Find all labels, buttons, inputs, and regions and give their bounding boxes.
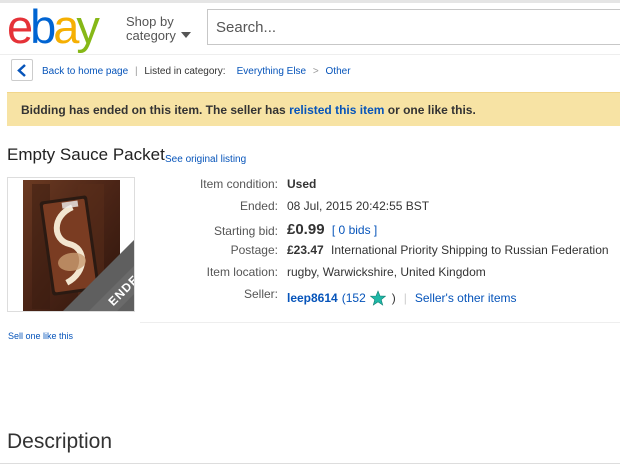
category-link-everything-else[interactable]: Everything Else [237, 66, 306, 77]
description-heading: Description [7, 430, 113, 453]
category-link-other[interactable]: Other [326, 66, 351, 77]
location-value: rugby, Warwickshire, United Kingdom [287, 265, 486, 279]
description-divider [0, 463, 620, 464]
notice-text-after: or one like this. [384, 103, 476, 117]
shop-by-line2: category [126, 28, 176, 43]
breadcrumb-divider: | [134, 66, 138, 77]
sell-one-like-this-link[interactable]: Sell one like this [8, 331, 73, 341]
postage-description: International Priority Shipping to Russi… [331, 243, 609, 257]
logo-letter-e: e [7, 0, 33, 53]
ended-value: 08 Jul, 2015 20:42:55 BST [287, 199, 430, 213]
breadcrumb: Back to home page | Listed in category: … [42, 66, 351, 77]
bids-link[interactable]: [ 0 bids ] [332, 223, 377, 237]
postage-price: £23.47 [287, 243, 324, 257]
item-title: Empty Sauce Packet [7, 145, 165, 164]
postage-label: Postage: [230, 243, 278, 257]
breadcrumb-arrow: > [312, 66, 319, 77]
back-button[interactable] [11, 59, 33, 81]
item-image[interactable]: ENDED [7, 177, 135, 312]
chevron-down-icon [181, 32, 191, 38]
header-divider [0, 54, 620, 55]
back-to-home-link[interactable]: Back to home page [42, 66, 128, 77]
starting-bid-value: £0.99 [287, 221, 325, 238]
shop-by-category-button[interactable]: Shop by category [126, 14, 191, 43]
starting-bid-label: Starting bid: [213, 224, 278, 238]
ebay-logo[interactable]: ebay [7, 0, 100, 53]
logo-letter-y: y [76, 0, 99, 53]
details-divider [140, 322, 620, 323]
listed-in-label: Listed in category: [144, 66, 226, 77]
star-icon [369, 290, 386, 306]
ended-label: Ended: [239, 199, 278, 213]
seller-score-close: ) [391, 291, 396, 305]
see-original-listing-link[interactable]: See original listing [165, 154, 246, 165]
shop-by-line1: Shop by [126, 14, 174, 29]
location-label: Item location: [206, 265, 278, 279]
condition-value: Used [287, 177, 317, 191]
bidding-ended-notice: Bidding has ended on this item. The sell… [7, 92, 620, 126]
seller-divider: | [403, 291, 407, 305]
seller-feedback-score[interactable]: (152 [342, 291, 366, 305]
seller-label: Seller: [243, 287, 278, 301]
chevron-left-icon [17, 64, 26, 77]
seller-name-link[interactable]: leep8614 [287, 291, 338, 305]
condition-label: Item condition: [199, 177, 278, 191]
search-input[interactable]: Search... [207, 9, 620, 45]
sellers-other-items-link[interactable]: Seller's other items [415, 291, 517, 305]
relisted-item-link[interactable]: relisted this item [289, 103, 384, 117]
logo-letter-b: b [30, 0, 56, 53]
search-placeholder: Search... [216, 19, 277, 36]
logo-letter-a: a [53, 0, 79, 53]
notice-text-before: Bidding has ended on this item. The sell… [21, 103, 290, 117]
